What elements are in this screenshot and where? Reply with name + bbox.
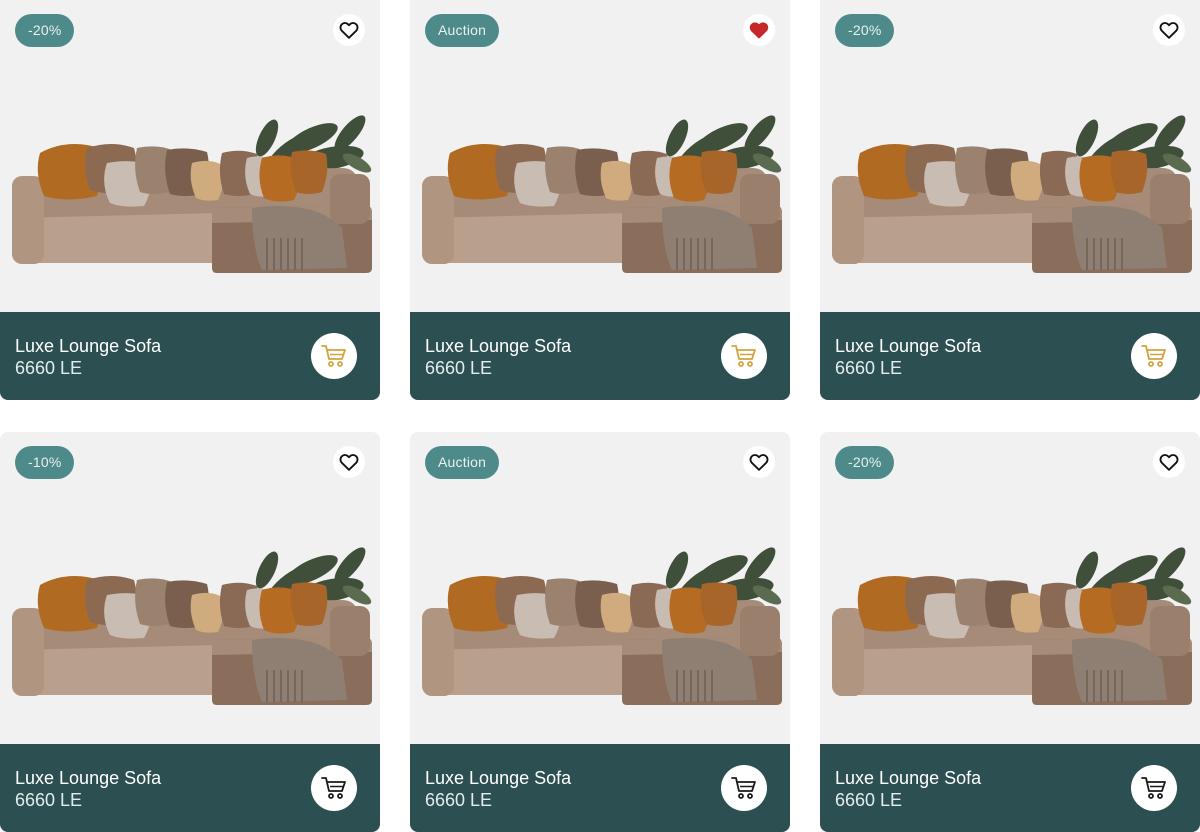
product-card[interactable]: Auction Luxe Lounge Sofa 6660 LE (410, 0, 790, 400)
cart-icon (731, 343, 757, 369)
heart-outline-icon (1158, 451, 1180, 473)
add-to-cart-button[interactable] (721, 333, 767, 379)
product-name: Luxe Lounge Sofa (835, 768, 982, 788)
product-name: Luxe Lounge Sofa (15, 336, 162, 356)
product-price: 6660 LE (15, 358, 83, 378)
discount-badge: -20% (835, 14, 895, 47)
sofa-image (422, 540, 782, 710)
heart-outline-icon (1158, 19, 1180, 41)
auction-badge: Auction (425, 446, 500, 479)
product-card[interactable]: -20% Luxe Lounge Sofa 6660 LE (820, 432, 1200, 832)
favorite-button[interactable] (743, 446, 775, 478)
add-to-cart-button[interactable] (1131, 333, 1177, 379)
product-grid: -20% Luxe Lounge Sofa 6660 LE Auction Lu… (0, 0, 1200, 832)
product-name: Luxe Lounge Sofa (835, 336, 982, 356)
cart-icon (731, 775, 757, 801)
add-to-cart-button[interactable] (721, 765, 767, 811)
product-footer: Luxe Lounge Sofa 6660 LE (410, 312, 790, 400)
favorite-button[interactable] (1153, 446, 1185, 478)
favorite-button[interactable] (333, 14, 365, 46)
product-name: Luxe Lounge Sofa (425, 768, 572, 788)
product-footer: Luxe Lounge Sofa 6660 LE (0, 312, 380, 400)
product-image-area: -10% (0, 432, 380, 744)
add-to-cart-button[interactable] (1131, 765, 1177, 811)
product-card[interactable]: -20% Luxe Lounge Sofa 6660 LE (0, 0, 380, 400)
sofa-image (422, 108, 782, 278)
favorite-button[interactable] (1153, 14, 1185, 46)
product-footer: Luxe Lounge Sofa 6660 LE (410, 744, 790, 832)
product-image-area: -20% (0, 0, 380, 312)
product-image-area: -20% (820, 432, 1200, 744)
product-image-area: -20% (820, 0, 1200, 312)
favorite-button[interactable] (743, 14, 775, 46)
discount-badge: -20% (15, 14, 75, 47)
sofa-image (12, 540, 372, 710)
product-price: 6660 LE (15, 790, 83, 810)
discount-badge: -20% (835, 446, 895, 479)
product-footer: Luxe Lounge Sofa 6660 LE (0, 744, 380, 832)
product-image-area: Auction (410, 0, 790, 312)
sofa-image (12, 108, 372, 278)
heart-outline-icon (338, 451, 360, 473)
product-card[interactable]: -10% Luxe Lounge Sofa 6660 LE (0, 432, 380, 832)
product-card[interactable]: Auction Luxe Lounge Sofa 6660 LE (410, 432, 790, 832)
add-to-cart-button[interactable] (311, 765, 357, 811)
product-footer: Luxe Lounge Sofa 6660 LE (820, 744, 1200, 832)
product-price: 6660 LE (425, 358, 493, 378)
product-name: Luxe Lounge Sofa (425, 336, 572, 356)
cart-icon (321, 343, 347, 369)
discount-badge: -10% (15, 446, 75, 479)
cart-icon (321, 775, 347, 801)
product-price: 6660 LE (835, 790, 903, 810)
sofa-image (832, 540, 1192, 710)
sofa-image (832, 108, 1192, 278)
auction-badge: Auction (425, 14, 500, 47)
heart-outline-icon (748, 451, 770, 473)
favorite-button[interactable] (333, 446, 365, 478)
product-name: Luxe Lounge Sofa (15, 768, 162, 788)
cart-icon (1141, 343, 1167, 369)
cart-icon (1141, 775, 1167, 801)
product-card[interactable]: -20% Luxe Lounge Sofa 6660 LE (820, 0, 1200, 400)
product-price: 6660 LE (835, 358, 903, 378)
heart-filled-icon (748, 19, 770, 41)
product-footer: Luxe Lounge Sofa 6660 LE (820, 312, 1200, 400)
heart-outline-icon (338, 19, 360, 41)
product-price: 6660 LE (425, 790, 493, 810)
add-to-cart-button[interactable] (311, 333, 357, 379)
product-image-area: Auction (410, 432, 790, 744)
